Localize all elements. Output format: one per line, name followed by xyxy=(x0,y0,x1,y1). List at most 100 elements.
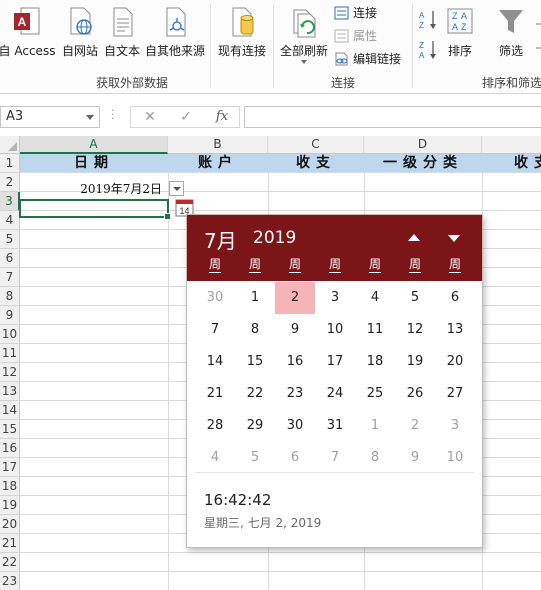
enter-icon[interactable]: ✓ xyxy=(172,107,200,127)
header-cell-category[interactable]: 一级分类 xyxy=(364,154,482,172)
properties-button[interactable]: 属性 xyxy=(333,26,377,46)
day-cell[interactable]: 16 xyxy=(275,346,315,378)
day-cell[interactable]: 11 xyxy=(355,314,395,346)
day-cell[interactable]: 8 xyxy=(355,442,395,474)
day-cell[interactable]: 7 xyxy=(195,314,235,346)
day-cell[interactable]: 9 xyxy=(275,314,315,346)
insert-function-icon[interactable]: fx xyxy=(208,107,236,127)
picker-month[interactable]: 7月 xyxy=(204,225,237,254)
day-cell[interactable]: 3 xyxy=(315,282,355,314)
row-header[interactable]: 19 xyxy=(0,496,20,515)
column-header-e[interactable] xyxy=(482,136,541,154)
day-cell[interactable]: 4 xyxy=(195,442,235,474)
name-box[interactable]: A3 xyxy=(0,106,100,128)
row-header[interactable]: 10 xyxy=(0,325,20,344)
day-cell[interactable]: 6 xyxy=(275,442,315,474)
day-cell[interactable]: 26 xyxy=(395,378,435,410)
sort-ascending-icon[interactable]: A Z Z A xyxy=(418,8,440,68)
day-cell[interactable]: 4 xyxy=(355,282,395,314)
row-header[interactable]: 23 xyxy=(0,572,20,590)
cancel-icon[interactable]: ✕ xyxy=(136,107,164,127)
from-other-sources-button[interactable]: 自其他来源 xyxy=(143,4,207,62)
row-header[interactable]: 14 xyxy=(0,401,20,420)
day-cell[interactable]: 15 xyxy=(235,346,275,378)
day-cell[interactable]: 10 xyxy=(435,442,475,474)
cell-a2-date[interactable]: 2019年7月2日 xyxy=(20,180,168,198)
day-cell[interactable]: 28 xyxy=(195,410,235,442)
day-cell[interactable]: 30 xyxy=(195,282,235,314)
row-header[interactable]: 16 xyxy=(0,439,20,458)
day-cell[interactable]: 8 xyxy=(235,314,275,346)
row-header[interactable]: 6 xyxy=(0,249,20,268)
day-cell[interactable]: 13 xyxy=(435,314,475,346)
select-all-corner[interactable] xyxy=(0,136,20,154)
refresh-dropdown-icon[interactable] xyxy=(301,60,307,64)
row-header[interactable]: 1 xyxy=(0,154,20,173)
day-cell-selected[interactable]: 2 xyxy=(275,282,315,314)
day-cell[interactable]: 5 xyxy=(235,442,275,474)
day-cell[interactable]: 23 xyxy=(275,378,315,410)
row-header[interactable]: 4 xyxy=(0,211,20,230)
column-header-d[interactable]: D xyxy=(364,136,482,154)
row-header[interactable]: 9 xyxy=(0,306,20,325)
day-cell[interactable]: 22 xyxy=(235,378,275,410)
day-cell[interactable]: 5 xyxy=(395,282,435,314)
row-header[interactable]: 12 xyxy=(0,363,20,382)
existing-connections-button[interactable]: 现有连接 xyxy=(215,4,269,62)
day-cell[interactable]: 27 xyxy=(435,378,475,410)
sort-button[interactable]: Z A A Z 排序 xyxy=(443,4,477,62)
column-header-b[interactable]: B xyxy=(168,136,268,154)
day-cell[interactable]: 10 xyxy=(315,314,355,346)
day-cell[interactable]: 14 xyxy=(195,346,235,378)
row-header[interactable]: 13 xyxy=(0,382,20,401)
next-month-icon[interactable] xyxy=(445,231,463,245)
header-cell-account[interactable]: 账户 xyxy=(168,154,268,172)
day-cell[interactable]: 2 xyxy=(395,410,435,442)
row-header[interactable]: 2 xyxy=(0,173,20,192)
row-header[interactable]: 11 xyxy=(0,344,20,363)
formula-bar-grip-icon[interactable]: · · · xyxy=(111,105,115,124)
header-cell-date[interactable]: 日期 xyxy=(20,154,168,172)
advanced-filter-icon[interactable] xyxy=(534,6,541,66)
row-header[interactable]: 17 xyxy=(0,458,20,477)
day-cell[interactable]: 30 xyxy=(275,410,315,442)
refresh-all-button[interactable]: 全部刷新 xyxy=(278,4,330,62)
row-header[interactable]: 8 xyxy=(0,287,20,306)
day-cell[interactable]: 12 xyxy=(395,314,435,346)
row-header[interactable]: 5 xyxy=(0,230,20,249)
day-cell[interactable]: 9 xyxy=(395,442,435,474)
day-cell[interactable]: 24 xyxy=(315,378,355,410)
from-text-button[interactable]: 自文本 xyxy=(102,4,142,62)
filter-button[interactable]: 筛选 xyxy=(492,4,530,62)
row-header[interactable]: 3 xyxy=(0,192,20,211)
day-cell[interactable]: 17 xyxy=(315,346,355,378)
day-cell[interactable]: 1 xyxy=(355,410,395,442)
from-web-button[interactable]: 自网站 xyxy=(60,4,100,62)
day-cell[interactable]: 25 xyxy=(355,378,395,410)
picker-year[interactable]: 2019 xyxy=(253,228,296,248)
name-box-dropdown-icon[interactable] xyxy=(86,115,94,120)
day-cell[interactable]: 6 xyxy=(435,282,475,314)
row-header[interactable]: 7 xyxy=(0,268,20,287)
connections-button[interactable]: 连接 xyxy=(333,3,377,23)
header-cell-income-expense[interactable]: 收支 xyxy=(268,154,364,172)
day-cell[interactable]: 21 xyxy=(195,378,235,410)
day-cell[interactable]: 31 xyxy=(315,410,355,442)
active-cell-selection[interactable] xyxy=(19,199,171,220)
row-header[interactable]: 20 xyxy=(0,515,20,534)
day-cell[interactable]: 18 xyxy=(355,346,395,378)
day-cell[interactable]: 1 xyxy=(235,282,275,314)
row-header[interactable]: 18 xyxy=(0,477,20,496)
day-cell[interactable]: 19 xyxy=(395,346,435,378)
column-header-c[interactable]: C xyxy=(268,136,364,154)
from-access-button[interactable]: A 自 Access xyxy=(0,4,56,62)
row-header[interactable]: 21 xyxy=(0,534,20,553)
edit-links-button[interactable]: 编辑链接 xyxy=(333,49,401,69)
day-cell[interactable]: 7 xyxy=(315,442,355,474)
previous-month-icon[interactable] xyxy=(405,231,423,245)
cell-dropdown-icon[interactable] xyxy=(169,181,184,196)
row-header[interactable]: 15 xyxy=(0,420,20,439)
row-header[interactable]: 22 xyxy=(0,553,20,572)
column-header-a[interactable]: A xyxy=(20,136,168,154)
day-cell[interactable]: 20 xyxy=(435,346,475,378)
